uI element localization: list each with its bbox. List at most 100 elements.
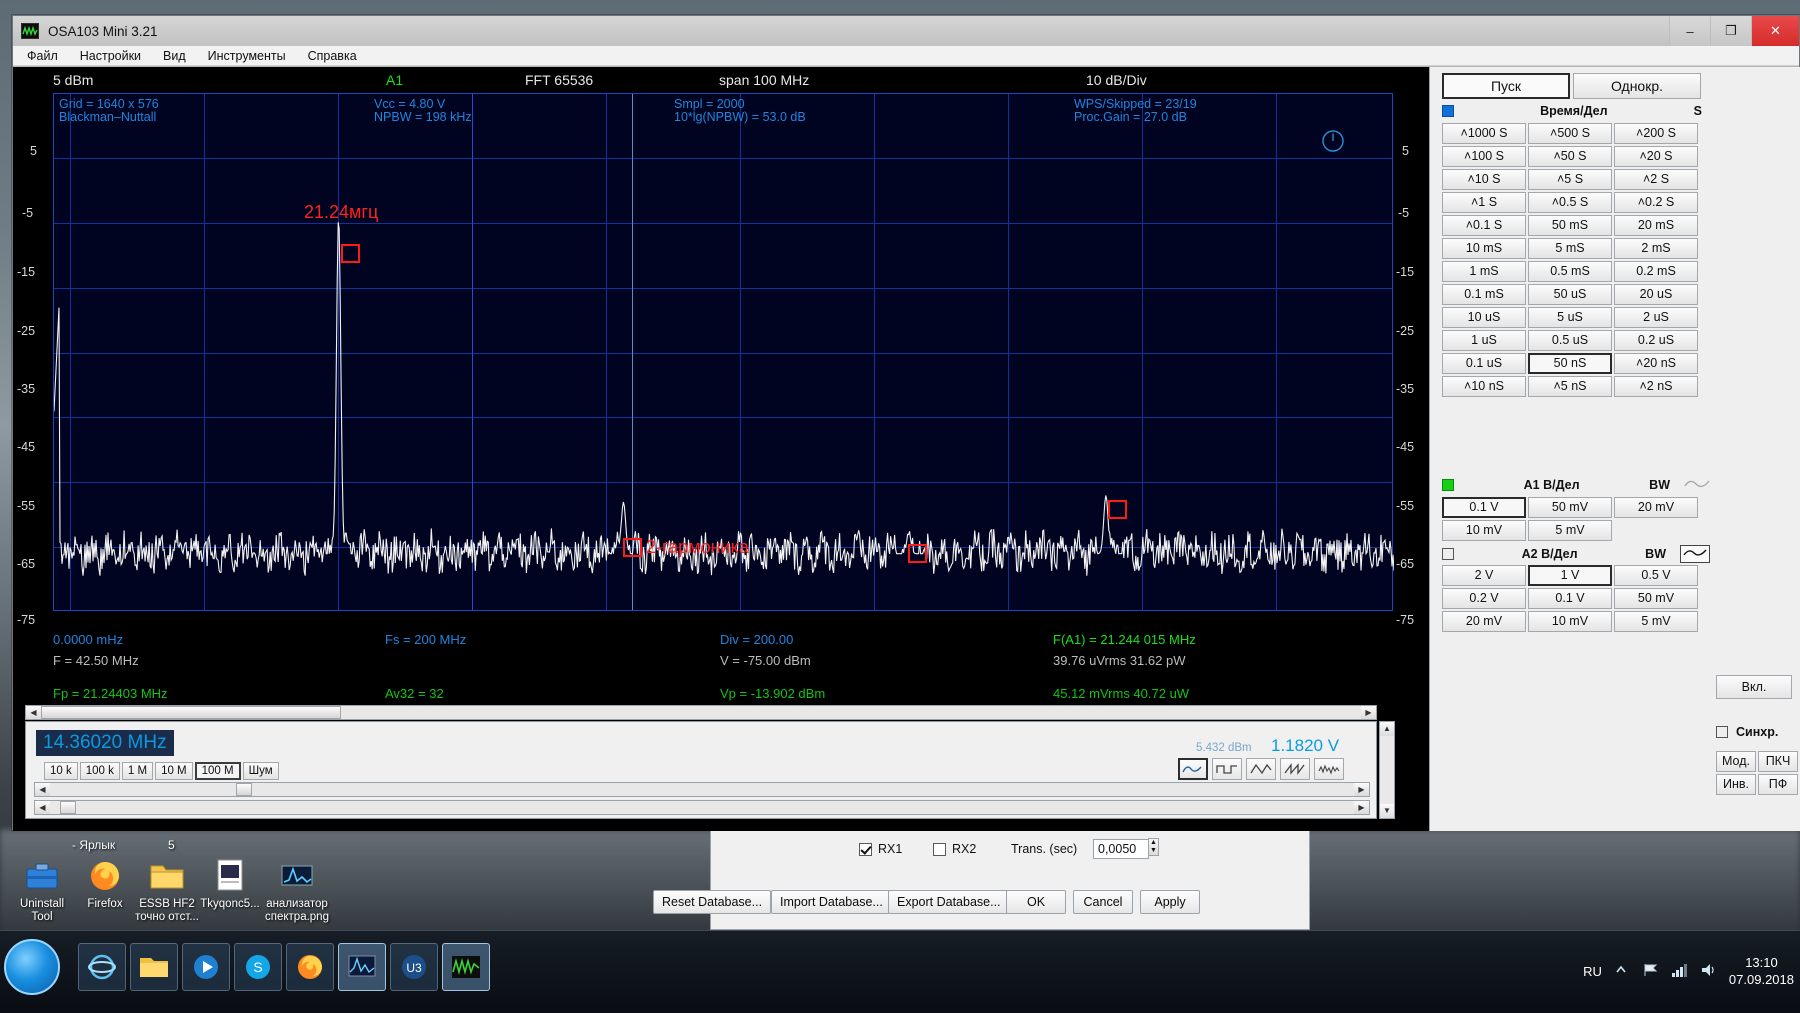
taskbar-usb[interactable]: U3 <box>390 943 438 991</box>
freq-scroll-left-arrow[interactable]: ◀ <box>35 783 50 796</box>
minimize-button[interactable]: – <box>1669 16 1710 46</box>
reset-database-button[interactable]: Reset Database... <box>653 890 771 914</box>
a2-bw-sine-wave-icon[interactable] <box>1680 545 1710 563</box>
frequency-value[interactable]: 14.36020 MHz <box>36 730 174 756</box>
freq-fine-thumb[interactable] <box>60 801 76 814</box>
range-noise[interactable]: Шум <box>243 762 279 780</box>
marker-fourth[interactable] <box>1108 500 1127 519</box>
a2-volts-per-div-button-8[interactable]: 5 mV <box>1614 611 1698 632</box>
frequency-generator-panel[interactable]: 14.36020 MHz 5.432 dBm 1.1820 V 10 k 100… <box>25 721 1377 819</box>
time-per-div-button-22[interactable]: 50 uS <box>1528 284 1612 305</box>
btn-mod[interactable]: Мод. <box>1716 751 1756 772</box>
menu-view[interactable]: Вид <box>163 49 186 63</box>
tray-language[interactable]: RU <box>1583 964 1602 979</box>
range-10m[interactable]: 10 M <box>155 762 193 780</box>
close-button[interactable]: ✕ <box>1751 16 1799 46</box>
title-bar[interactable]: OSA103 Mini 3.21 – ❐ ✕ <box>13 16 1799 46</box>
menu-tools[interactable]: Инструменты <box>208 49 286 63</box>
scroll-right-arrow[interactable]: ▶ <box>1361 706 1376 719</box>
time-per-div-button-35[interactable]: ˄2 nS <box>1614 376 1698 397</box>
freq-fine-track[interactable] <box>50 801 1354 814</box>
trans-value-field[interactable]: 0,0050 <box>1093 839 1149 859</box>
taskbar-firefox[interactable] <box>286 943 334 991</box>
time-per-div-button-28[interactable]: 0.5 uS <box>1528 330 1612 351</box>
apply-button[interactable]: Apply <box>1140 890 1200 914</box>
plot-horizontal-scrollbar[interactable]: ◀ ▶ <box>25 705 1377 720</box>
marker-third[interactable] <box>908 544 927 563</box>
desktop-icon-spectrum-png[interactable]: анализатор спектра.png <box>249 855 345 924</box>
a2-volts-per-div-button-2[interactable]: 0.5 V <box>1614 565 1698 586</box>
time-per-div-button-16[interactable]: 5 mS <box>1528 238 1612 259</box>
show-hidden-icons-icon[interactable] <box>1613 962 1631 980</box>
range-1m[interactable]: 1 M <box>122 762 153 780</box>
time-per-div-button-20[interactable]: 0.2 mS <box>1614 261 1698 282</box>
time-per-div-button-31[interactable]: 50 nS <box>1528 353 1612 374</box>
flag-icon[interactable] <box>1642 962 1660 980</box>
time-per-div-button-12[interactable]: ˄0.1 S <box>1442 215 1526 236</box>
time-per-div-button-6[interactable]: ˄10 S <box>1442 169 1526 190</box>
volume-icon[interactable] <box>1700 962 1718 980</box>
clock-icon[interactable] <box>1321 129 1345 153</box>
time-per-div-button-18[interactable]: 1 mS <box>1442 261 1526 282</box>
tab-run[interactable]: Пуск <box>1442 73 1570 99</box>
rx1-checkbox-label[interactable]: RX1 <box>859 842 902 856</box>
sync-enable-checkbox[interactable] <box>1716 726 1728 738</box>
menu-help[interactable]: Справка <box>308 49 357 63</box>
time-per-div-button-5[interactable]: ˄20 S <box>1614 146 1698 167</box>
time-per-div-button-19[interactable]: 0.5 mS <box>1528 261 1612 282</box>
a2-volts-per-div-button-5[interactable]: 50 mV <box>1614 588 1698 609</box>
tab-single[interactable]: Однокр. <box>1573 73 1701 99</box>
freq-fine-right-arrow[interactable]: ▶ <box>1354 801 1369 814</box>
taskbar-clock[interactable]: 13:10 07.09.2018 <box>1729 954 1794 988</box>
freq-scrollbar-fine[interactable]: ◀ ▶ <box>34 800 1370 815</box>
menu-settings[interactable]: Настройки <box>80 49 141 63</box>
cancel-button[interactable]: Cancel <box>1073 890 1133 914</box>
a1-volts-per-div-button-2[interactable]: 20 mV <box>1614 497 1698 518</box>
noise-wave-icon[interactable] <box>1314 758 1344 780</box>
time-per-div-button-1[interactable]: ˄500 S <box>1528 123 1612 144</box>
a1-enable-checkbox[interactable] <box>1442 479 1454 491</box>
export-database-button[interactable]: Export Database... <box>888 890 1010 914</box>
sine-wave-icon[interactable] <box>1178 758 1208 780</box>
a1-volts-per-div-button-4[interactable]: 5 mV <box>1528 520 1612 541</box>
freq-fine-left-arrow[interactable]: ◀ <box>35 801 50 814</box>
btn-inv[interactable]: Инв. <box>1716 774 1756 795</box>
time-per-div-button-0[interactable]: ˄1000 S <box>1442 123 1526 144</box>
a1-volts-per-div-button-1[interactable]: 50 mV <box>1528 497 1612 518</box>
taskbar-skype[interactable]: S <box>234 943 282 991</box>
time-per-div-button-34[interactable]: ˄5 nS <box>1528 376 1612 397</box>
vscroll-down-arrow[interactable]: ▼ <box>1380 804 1394 818</box>
ok-button[interactable]: OK <box>1006 890 1066 914</box>
time-per-div-button-17[interactable]: 2 mS <box>1614 238 1698 259</box>
rx2-checkbox-label[interactable]: RX2 <box>933 842 976 856</box>
scroll-left-arrow[interactable]: ◀ <box>26 706 41 719</box>
time-per-div-button-30[interactable]: 0.1 uS <box>1442 353 1526 374</box>
range-100k[interactable]: 100 k <box>80 762 120 780</box>
vscroll-up-arrow[interactable]: ▲ <box>1380 722 1394 736</box>
start-orb-icon[interactable] <box>4 939 60 995</box>
rx1-checkbox[interactable] <box>859 843 872 856</box>
time-per-div-button-14[interactable]: 20 mS <box>1614 215 1698 236</box>
time-per-div-button-10[interactable]: ˄0.5 S <box>1528 192 1612 213</box>
btn-pf[interactable]: ПФ <box>1758 774 1798 795</box>
a2-enable-checkbox[interactable] <box>1442 548 1454 560</box>
a1-volts-per-div-button-0[interactable]: 0.1 V <box>1442 497 1526 518</box>
marker-second-harmonic[interactable] <box>623 538 642 557</box>
time-per-div-button-7[interactable]: ˄5 S <box>1528 169 1612 190</box>
trans-stepper[interactable]: ▲▼ <box>1148 838 1159 856</box>
scroll-track[interactable] <box>41 706 1361 719</box>
a2-volts-per-div-button-0[interactable]: 2 V <box>1442 565 1526 586</box>
taskbar-ie[interactable] <box>78 943 126 991</box>
database-settings-dialog[interactable]: RX1 RX2 Trans. (sec) 0,0050 ▲▼ Reset Dat… <box>710 825 1310 930</box>
freq-scroll-right-arrow[interactable]: ▶ <box>1354 783 1369 796</box>
spectrum-plot[interactable]: Grid = 1640 x 576 Blackman–Nuttall Vcc =… <box>53 93 1393 611</box>
time-per-div-button-9[interactable]: ˄1 S <box>1442 192 1526 213</box>
a1-bw-sine-wave-icon[interactable] <box>1684 477 1710 492</box>
maximize-button[interactable]: ❐ <box>1710 16 1751 46</box>
time-per-div-button-25[interactable]: 5 uS <box>1528 307 1612 328</box>
time-enable-checkbox[interactable] <box>1442 105 1454 117</box>
marker-fundamental[interactable] <box>341 244 360 263</box>
triangle-wave-icon[interactable] <box>1246 758 1276 780</box>
freq-scroll-track[interactable] <box>50 783 1354 796</box>
rx2-checkbox[interactable] <box>933 843 946 856</box>
